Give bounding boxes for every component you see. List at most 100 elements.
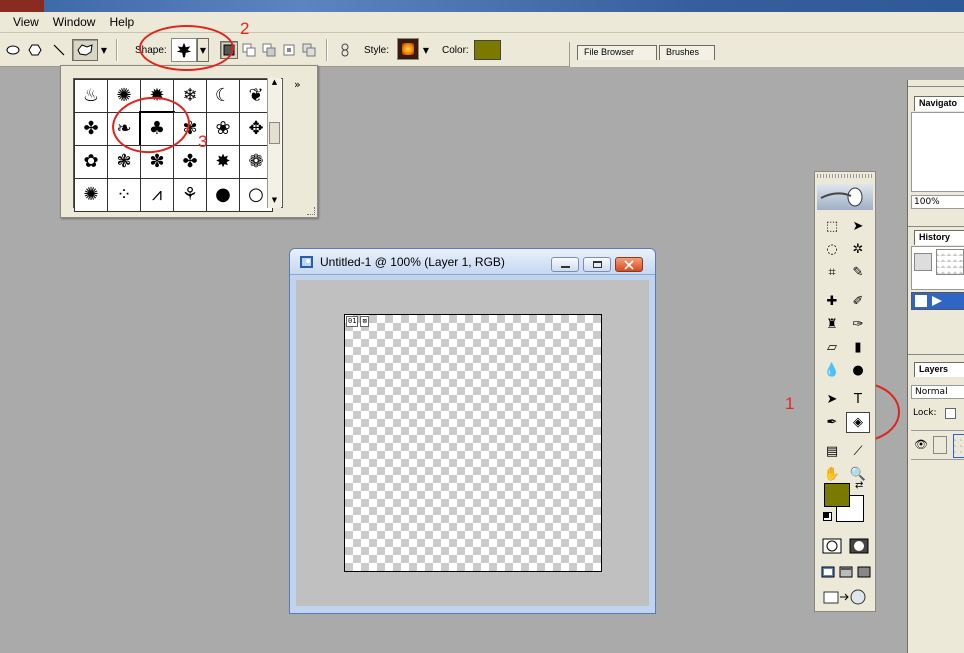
magic-wand-icon[interactable]: ✲ — [846, 239, 870, 260]
history-brush-icon[interactable]: ✑ — [846, 314, 870, 335]
type-icon[interactable]: T — [846, 389, 870, 410]
tab-file-browser[interactable]: File Browser — [577, 45, 657, 60]
blend-mode-select[interactable]: Normal — [911, 385, 964, 399]
default-colors-icon[interactable] — [823, 512, 832, 521]
intersect-shape-area-button[interactable] — [280, 41, 298, 59]
canvas-area: 01 ⊠ — [296, 280, 649, 606]
scroll-up-icon[interactable]: ▲ — [269, 78, 280, 88]
document-titlebar[interactable]: Untitled-1 @ 100% (Layer 1, RGB) — [290, 249, 655, 275]
hand-icon[interactable]: ✋ — [820, 464, 844, 485]
sunflower-icon[interactable]: ✺ — [74, 178, 108, 212]
subtract-shape-area-button[interactable] — [260, 41, 278, 59]
polygon-tool-icon[interactable] — [27, 42, 43, 58]
navigator-preview[interactable] — [911, 112, 964, 192]
flower-icon[interactable]: ✿ — [74, 145, 108, 179]
style-preview-icon — [402, 43, 414, 55]
jump-to-imageready-button[interactable] — [820, 586, 870, 607]
color-label: Color: — [442, 45, 469, 56]
ellipse-tool-icon[interactable] — [5, 42, 21, 58]
maximize-button[interactable] — [583, 257, 611, 272]
custom-shape-picker: ♨ ✺ ✹ ❄ ☾ ❦ ✤ ❧ ♣ ✾ ❀ ✥ ✿ ❃ ✽ ✤ ✸ ❁ ✺ ⁘ ⩘ ⚘ ● ○ ▲ ▼ » — [60, 65, 318, 218]
palette-well: File Browser Brushes — [569, 42, 964, 67]
style-dropdown-icon[interactable]: ▼ — [421, 45, 431, 55]
color-swatch[interactable] — [474, 40, 501, 60]
full-screen-menu-mode-button[interactable] — [837, 561, 855, 582]
bulb-icon[interactable]: ● — [206, 178, 240, 212]
style-swatch[interactable] — [397, 38, 419, 60]
snapshot-icon[interactable] — [914, 253, 932, 271]
maximize-icon — [592, 261, 602, 268]
standard-screen-mode-button[interactable] — [819, 561, 837, 582]
tab-history[interactable]: History — [914, 230, 964, 245]
custom-shape-icon[interactable]: ◈ — [846, 412, 870, 433]
notes-icon[interactable]: ▤ — [820, 441, 844, 462]
rect-marquee-icon[interactable]: ⬚ — [820, 216, 844, 237]
brush-icon[interactable]: ✐ — [846, 291, 870, 312]
add-to-shape-area-button[interactable] — [240, 41, 258, 59]
snapshot-thumbnail[interactable] — [936, 249, 964, 275]
quick-mask-button[interactable] — [847, 535, 871, 556]
tab-navigator[interactable]: Navigato — [914, 96, 964, 111]
grass-icon[interactable]: ⩘ — [140, 178, 174, 212]
close-button[interactable] — [615, 257, 643, 272]
sun-flower-icon[interactable]: ✸ — [206, 145, 240, 179]
move-icon[interactable]: ➤ — [846, 216, 870, 237]
history-state-selected[interactable] — [911, 292, 964, 310]
navigator-panel: Navigato 100% — [908, 80, 964, 212]
tab-brushes[interactable]: Brushes — [659, 45, 715, 60]
dots-icon[interactable]: ⁘ — [107, 178, 141, 212]
tab-layers[interactable]: Layers — [914, 362, 964, 377]
menu-bar: View Window Help — [0, 12, 964, 33]
slice-icon[interactable]: ✎ — [846, 262, 870, 283]
adobe-online-icon[interactable] — [817, 184, 873, 210]
blur-icon[interactable]: 💧 — [820, 360, 844, 381]
shape-picker-scrollbar[interactable]: ▲ ▼ — [267, 78, 281, 208]
menu-view[interactable]: View — [6, 13, 46, 31]
scroll-down-icon[interactable]: ▼ — [269, 196, 280, 206]
flame-icon[interactable]: ♨ — [74, 79, 108, 113]
menu-help[interactable]: Help — [102, 13, 141, 31]
separator — [116, 39, 118, 61]
clone-stamp-icon[interactable]: ♜ — [820, 314, 844, 335]
dodge-icon[interactable]: ● — [846, 360, 870, 381]
healing-brush-icon[interactable]: ✚ — [820, 291, 844, 312]
transparent-canvas[interactable]: 01 ⊠ — [344, 314, 602, 572]
annotation-number-3: 3 — [198, 132, 208, 151]
link-icon[interactable] — [338, 42, 352, 58]
toolbox: ⬚ ➤ ◌ ✲ ⌗ ✎ ✚ ✐ ♜ ✑ ▱ ▮ 💧 ● ➤ T ✒ ◈ ▤ ⟋ ✋ 🔍 ⇄ — [814, 171, 876, 612]
crop-icon[interactable]: ⌗ — [820, 262, 844, 283]
picker-menu-button[interactable]: » — [294, 78, 301, 91]
resize-grip-icon[interactable] — [307, 207, 315, 215]
maple-leaf-icon[interactable]: ✤ — [74, 112, 108, 146]
swap-colors-icon[interactable]: ⇄ — [855, 480, 863, 491]
navigator-zoom-field[interactable]: 100% — [911, 195, 964, 209]
toolbox-grip[interactable] — [817, 174, 873, 178]
photoshop-document-icon — [299, 255, 314, 269]
eyedropper-icon[interactable]: ⟋ — [846, 441, 870, 462]
tool-preset-dropdown-icon[interactable]: ▼ — [99, 45, 109, 55]
annotation-number-1: 1 — [785, 394, 795, 413]
gradient-icon[interactable]: ▮ — [846, 337, 870, 358]
grass-tall-icon[interactable]: ⚘ — [173, 178, 207, 212]
oak-leaf-icon[interactable]: ❀ — [206, 112, 240, 146]
eraser-icon[interactable]: ▱ — [820, 337, 844, 358]
lock-label: Lock: — [913, 408, 937, 418]
layer-row[interactable]: 👁 — [911, 430, 964, 460]
eye-icon[interactable]: 👁 — [914, 438, 928, 451]
minimize-button[interactable] — [551, 257, 579, 272]
custom-shape-tool-icon[interactable] — [72, 39, 98, 61]
full-screen-mode-button[interactable] — [855, 561, 873, 582]
annotation-circle-2 — [139, 25, 234, 71]
minimize-icon — [560, 266, 570, 268]
lock-transparency-checkbox[interactable] — [945, 408, 956, 419]
path-selection-icon[interactable]: ➤ — [820, 389, 844, 410]
menu-window[interactable]: Window — [46, 13, 103, 31]
lasso-icon[interactable]: ◌ — [820, 239, 844, 260]
line-tool-icon[interactable] — [51, 42, 67, 58]
pen-icon[interactable]: ✒ — [820, 412, 844, 433]
foreground-color-swatch[interactable] — [824, 483, 850, 507]
standard-mode-button[interactable] — [820, 535, 844, 556]
exclude-overlap-button[interactable] — [300, 41, 318, 59]
scroll-thumb[interactable] — [269, 122, 280, 144]
moon-icon[interactable]: ☾ — [206, 79, 240, 113]
